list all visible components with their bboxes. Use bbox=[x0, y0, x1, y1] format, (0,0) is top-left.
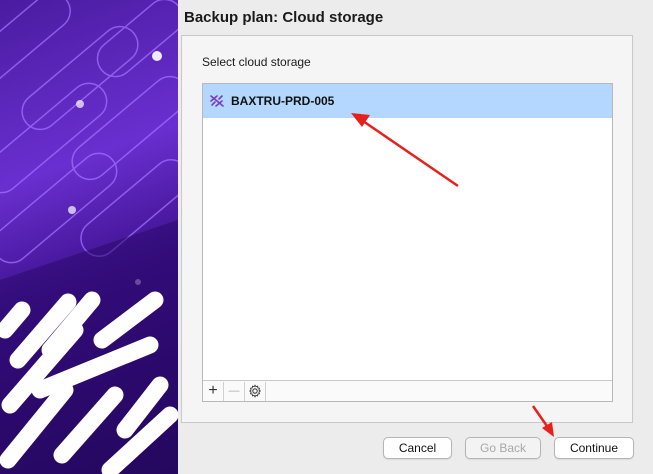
gear-icon bbox=[249, 384, 262, 398]
list-item-storage[interactable]: BAXTRU-PRD-005 bbox=[203, 84, 612, 118]
dialog-title: Backup plan: Cloud storage bbox=[184, 9, 384, 26]
cancel-button[interactable]: Cancel bbox=[383, 437, 452, 459]
cloud-storage-panel: Select cloud storage BAXTRU-PRD-005 + — bbox=[181, 35, 633, 423]
plus-icon: + bbox=[208, 382, 218, 399]
annotation-arrowhead-continue bbox=[542, 422, 554, 437]
storage-settings-button[interactable] bbox=[245, 381, 266, 401]
side-decoration-image bbox=[0, 0, 178, 474]
list-item-label: BAXTRU-PRD-005 bbox=[231, 94, 335, 108]
cloud-storage-icon bbox=[210, 95, 224, 107]
minus-icon: — bbox=[228, 385, 240, 397]
section-label: Select cloud storage bbox=[202, 55, 311, 69]
add-storage-button[interactable]: + bbox=[203, 381, 224, 401]
go-back-button[interactable]: Go Back bbox=[465, 437, 541, 459]
cloud-storage-list[interactable]: BAXTRU-PRD-005 + — bbox=[202, 83, 613, 402]
continue-button[interactable]: Continue bbox=[554, 437, 634, 459]
remove-storage-button[interactable]: — bbox=[224, 381, 245, 401]
list-toolbar: + — bbox=[203, 380, 612, 401]
